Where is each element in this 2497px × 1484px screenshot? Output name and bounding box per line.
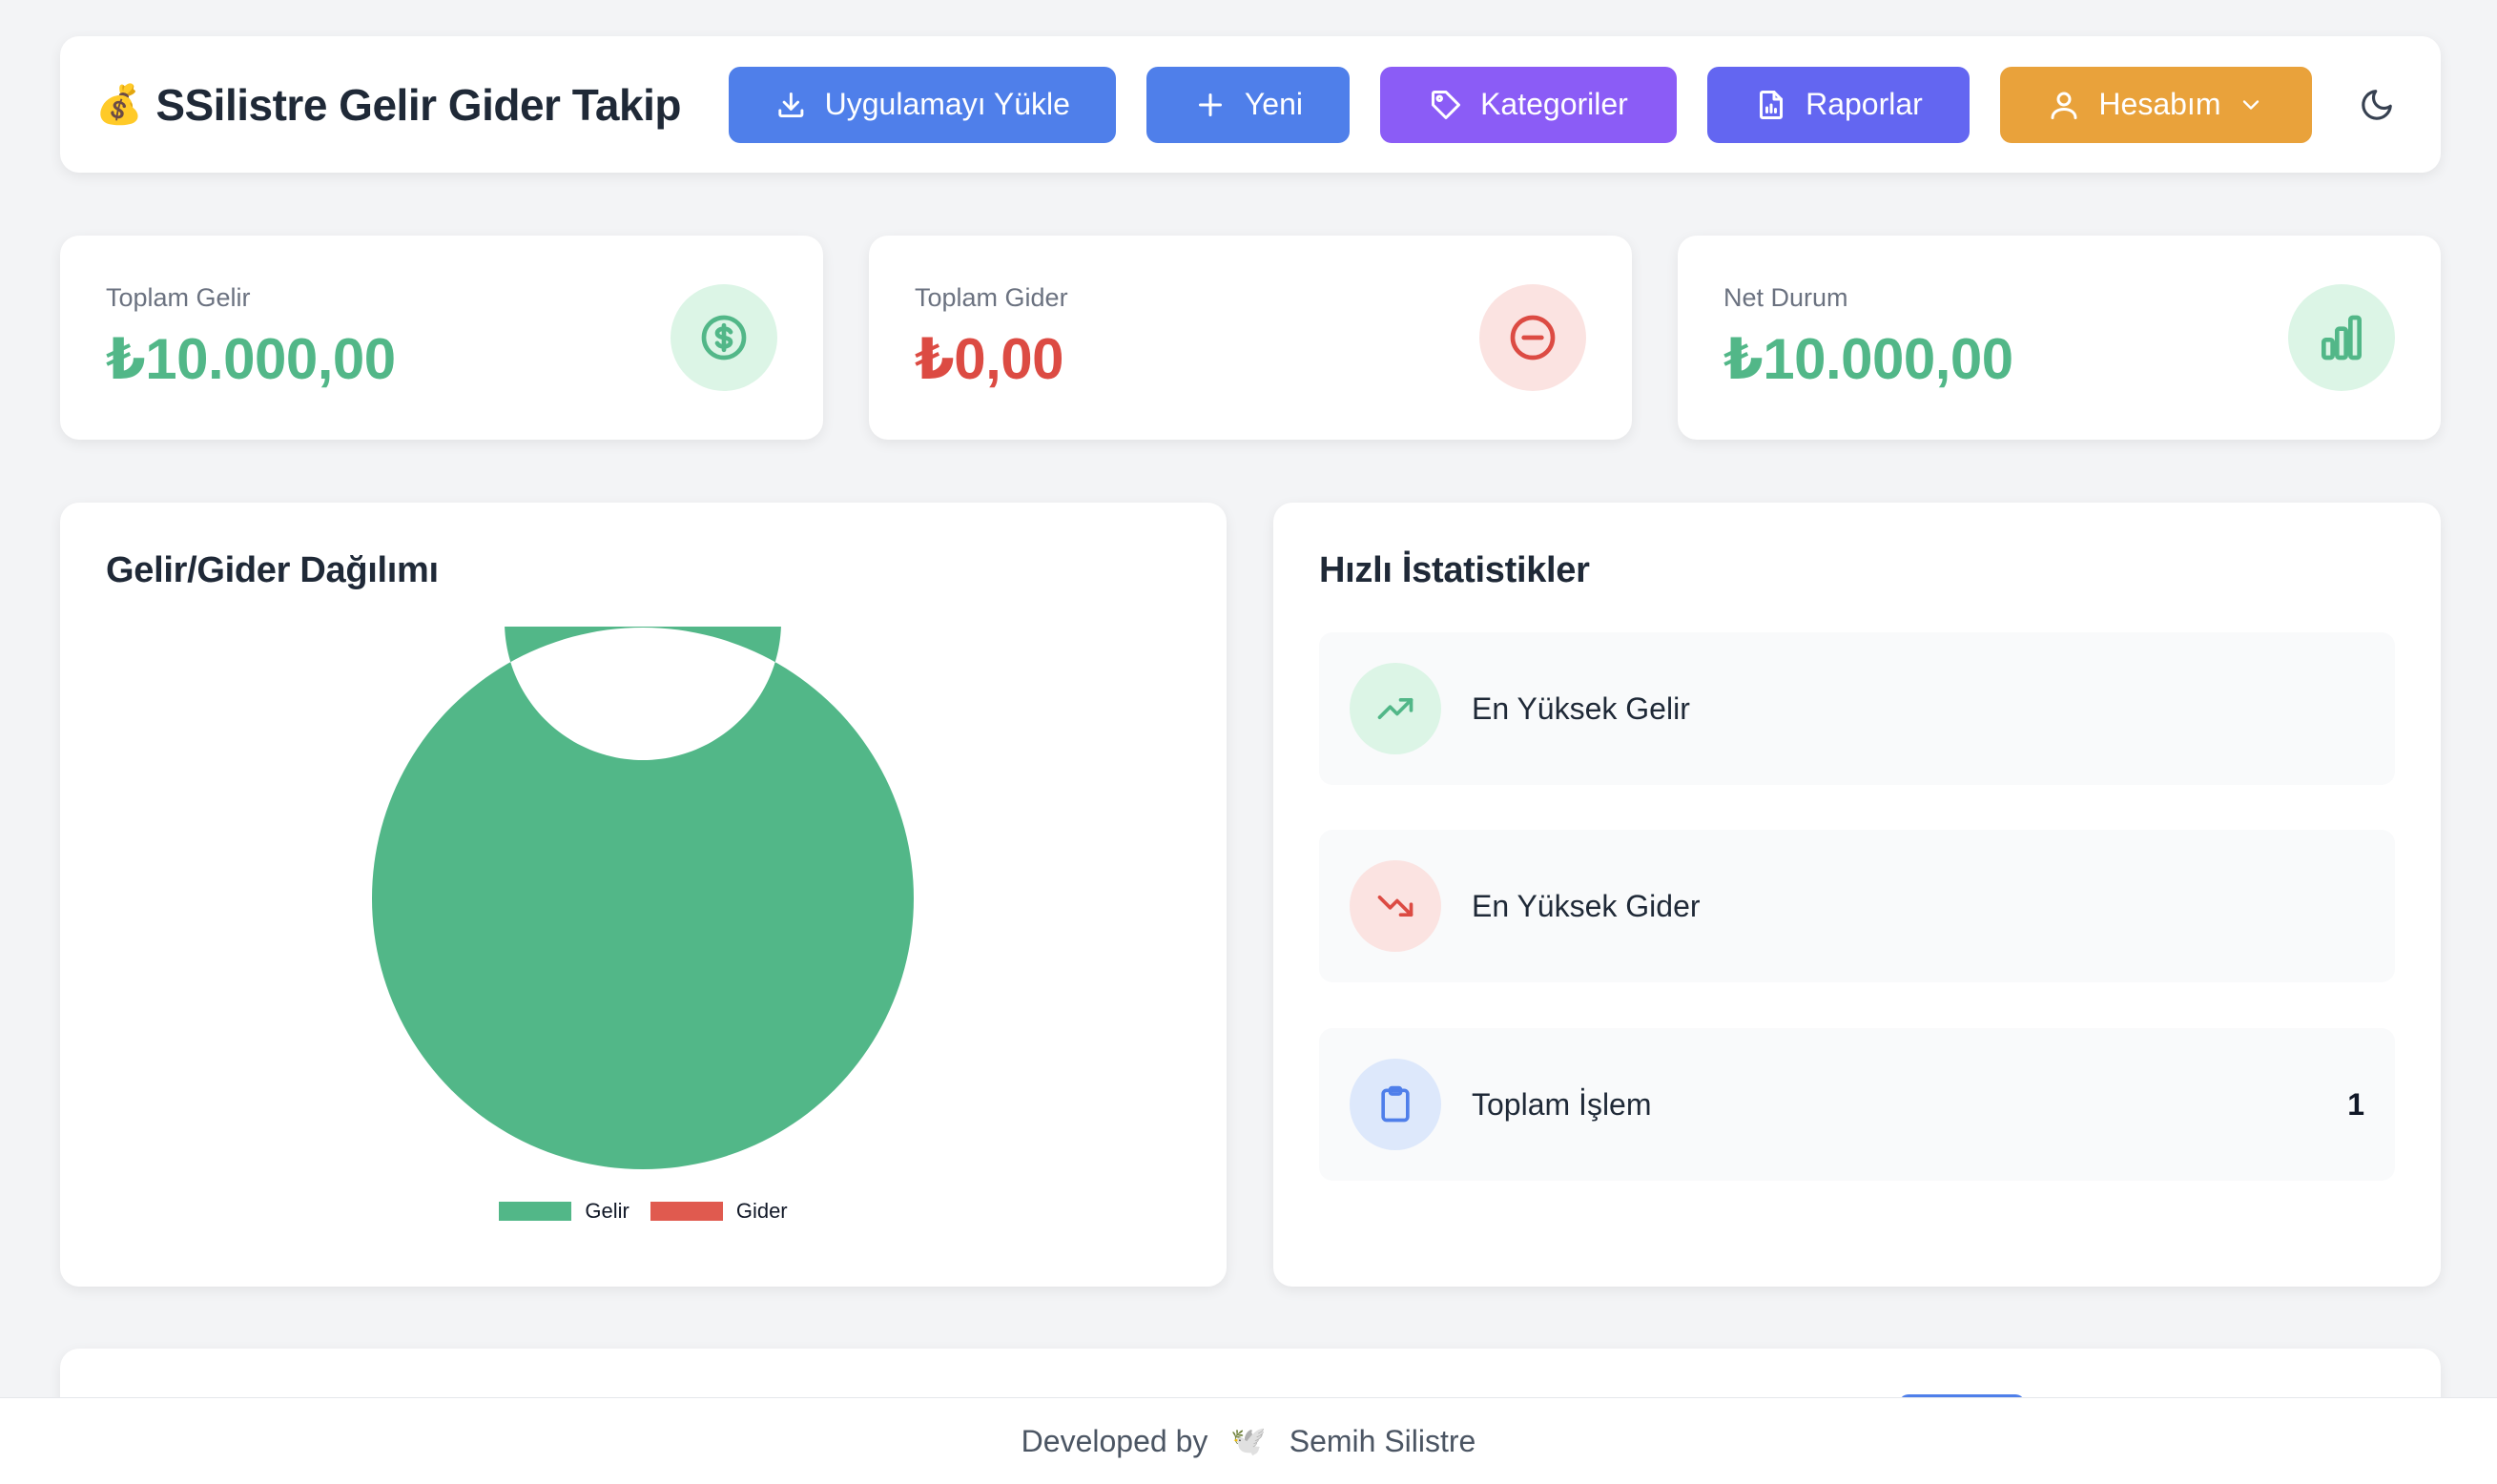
distribution-donut-chart bbox=[371, 627, 914, 1169]
legend-label: Gelir bbox=[585, 1199, 629, 1223]
highest-expense-label: En Yüksek Gider bbox=[1472, 888, 1701, 923]
legend-item-gelir[interactable]: Gelir bbox=[499, 1199, 629, 1224]
dollar-circle-icon bbox=[701, 315, 747, 361]
minus-circle-icon bbox=[1510, 315, 1556, 361]
quick-stats-panel: Hızlı İstatistikler En Yüksek Gelir En Y… bbox=[1273, 503, 2441, 1287]
page-footer: Developed by 🕊️ Semih Silistre bbox=[0, 1397, 2497, 1484]
footer-author[interactable]: Semih Silistre bbox=[1290, 1424, 1476, 1459]
total-expense-card: Toplam Gider ₺0,00 bbox=[869, 236, 1632, 440]
chart-legend: Gelir Gider bbox=[60, 1199, 1227, 1224]
user-icon bbox=[2051, 92, 2077, 119]
net-status-label: Net Durum bbox=[1723, 283, 1848, 312]
categories-button[interactable]: Kategoriler bbox=[1379, 66, 1677, 143]
trending-up-badge bbox=[1350, 663, 1441, 754]
new-entry-button[interactable]: Yeni bbox=[1145, 66, 1350, 143]
chevron-down-icon bbox=[2243, 99, 2260, 110]
trending-down-icon bbox=[1377, 896, 1414, 917]
total-expense-label: Toplam Gider bbox=[915, 283, 1068, 312]
download-icon bbox=[778, 92, 804, 117]
highest-expense-row[interactable]: En Yüksek Gider bbox=[1319, 830, 2395, 982]
distribution-panel: Gelir/Gider Dağılımı Gelir Gider bbox=[60, 503, 1227, 1287]
app-title: SSilistre Gelir Gider Takip bbox=[155, 79, 681, 130]
tag-icon bbox=[1432, 90, 1461, 119]
total-income-card: Toplam Gelir ₺10.000,00 bbox=[60, 236, 823, 440]
total-transactions-row[interactable]: Toplam İşlem 1 bbox=[1319, 1028, 2395, 1181]
trending-down-badge bbox=[1350, 860, 1441, 952]
expense-icon-badge bbox=[1479, 284, 1586, 391]
header-nav: Uygulamayı Yükle Yeni Kategoriler Raporl… bbox=[728, 66, 2312, 143]
clipboard-badge bbox=[1350, 1059, 1441, 1150]
categories-label: Kategoriler bbox=[1480, 87, 1628, 121]
dove-icon: 🕊️ bbox=[1230, 1425, 1267, 1457]
total-transactions-value: 1 bbox=[2347, 1086, 2364, 1122]
reports-button[interactable]: Raporlar bbox=[1706, 66, 1970, 143]
net-icon-badge bbox=[2288, 284, 2395, 391]
plus-icon bbox=[1198, 93, 1222, 116]
dark-mode-toggle[interactable] bbox=[2348, 76, 2405, 134]
total-income-label: Toplam Gelir bbox=[106, 283, 251, 312]
quick-stats-title: Hızlı İstatistikler bbox=[1319, 550, 1590, 590]
distribution-title: Gelir/Gider Dağılımı bbox=[106, 550, 439, 590]
money-bag-icon: 💰 bbox=[95, 83, 143, 126]
total-transactions-label: Toplam İşlem bbox=[1472, 1086, 1652, 1122]
legend-swatch bbox=[499, 1202, 572, 1221]
install-app-button[interactable]: Uygulamayı Yükle bbox=[728, 66, 1116, 143]
app-brand[interactable]: 💰 SSilistre Gelir Gider Takip bbox=[95, 79, 681, 131]
legend-swatch bbox=[650, 1202, 723, 1221]
moon-icon bbox=[2362, 89, 2392, 120]
net-status-card: Net Durum ₺10.000,00 bbox=[1678, 236, 2441, 440]
clipboard-icon bbox=[1381, 1085, 1410, 1123]
income-icon-badge bbox=[671, 284, 777, 391]
legend-item-gider[interactable]: Gider bbox=[650, 1199, 788, 1224]
account-label: Hesabım bbox=[2098, 87, 2221, 121]
footer-prefix: Developed by bbox=[1021, 1423, 1208, 1458]
highest-income-label: En Yüksek Gelir bbox=[1472, 690, 1690, 726]
account-menu-button[interactable]: Hesabım bbox=[1999, 66, 2312, 143]
new-entry-label: Yeni bbox=[1244, 87, 1303, 121]
highest-income-row[interactable]: En Yüksek Gelir bbox=[1319, 632, 2395, 785]
top-header: 💰 SSilistre Gelir Gider Takip Uygulamayı… bbox=[60, 36, 2441, 173]
trending-up-icon bbox=[1377, 698, 1414, 719]
install-app-label: Uygulamayı Yükle bbox=[824, 87, 1070, 121]
legend-label: Gider bbox=[735, 1199, 788, 1223]
reports-label: Raporlar bbox=[1806, 87, 1923, 121]
report-file-icon bbox=[1760, 90, 1784, 119]
bar-chart-icon bbox=[2322, 315, 2362, 361]
